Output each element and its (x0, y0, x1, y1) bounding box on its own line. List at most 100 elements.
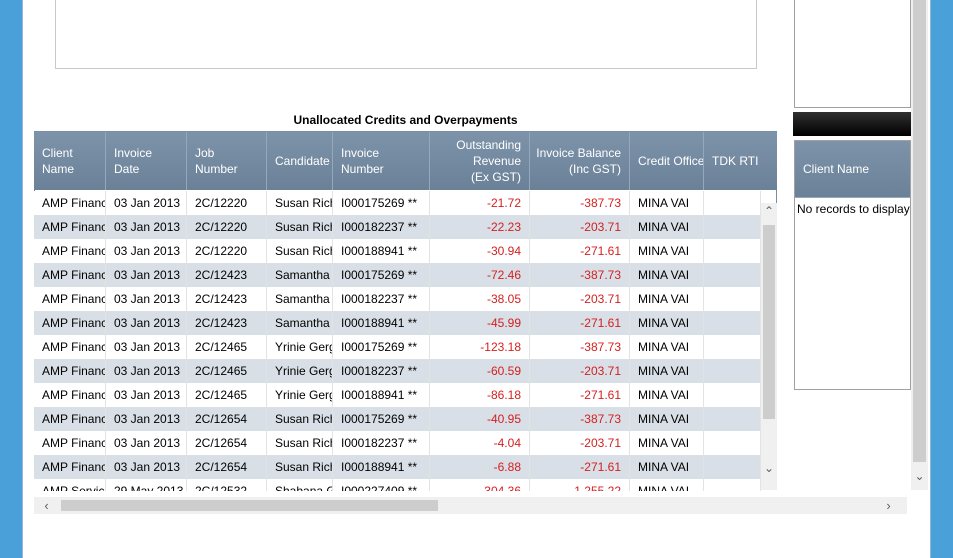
cell-tdk-rti (704, 431, 761, 455)
horizontal-scrollbar[interactable]: ‹ › (34, 497, 907, 514)
cell-job-number: 2C/12423 (187, 287, 267, 311)
table-row[interactable]: AMP Finance03 Jan 20132C/12654Susan Rich… (34, 407, 761, 431)
column-header-invoice-date[interactable]: Invoice Date (106, 132, 187, 190)
cell-invoice-date: 03 Jan 2013 (106, 263, 187, 287)
window-vertical-scrollbar[interactable]: ⌄ (911, 0, 928, 490)
column-header-tdk-rti[interactable]: TDK RTI (704, 132, 777, 190)
cell-invoice-date: 03 Jan 2013 (106, 407, 187, 431)
cell-invoice-date: 03 Jan 2013 (106, 335, 187, 359)
cell-invoice-date: 03 Jan 2013 (106, 239, 187, 263)
cell-invoice-number: I000188941 ** (333, 455, 430, 479)
grid-vertical-scroll-thumb[interactable] (763, 225, 775, 419)
cell-credit-office: MINA VAI (630, 359, 704, 383)
cell-outstanding-revenue: -123.18 (430, 335, 530, 359)
cell-candidate: Susan Rich (267, 431, 333, 455)
cell-invoice-date: 03 Jan 2013 (106, 431, 187, 455)
right-toolbar-bar (793, 112, 911, 136)
table-row[interactable]: AMP Servic 29 May 2013 2C/12532 Shabana G I0… (34, 479, 761, 491)
table-row[interactable]: AMP Finance03 Jan 20132C/12465Yrinie Ger… (34, 335, 761, 359)
cell-invoice-number: I000175269 ** (333, 263, 430, 287)
column-header-invoice-number[interactable]: Invoice Number (333, 132, 430, 190)
cell-client-name: AMP Finance (34, 263, 106, 287)
cell-tdk-rti (704, 239, 761, 263)
column-header-credit-office[interactable]: Credit Office (630, 132, 704, 190)
empty-message: No records to display. (797, 202, 910, 216)
cell-candidate: Samantha M (267, 287, 333, 311)
cell-client-name: AMP Finance (34, 383, 106, 407)
cell-client-name: AMP Finance (34, 431, 106, 455)
cell-client-name: AMP Finance (34, 335, 106, 359)
table-row[interactable]: AMP Finance03 Jan 20132C/12423Samantha M… (34, 287, 761, 311)
column-header-client-name[interactable]: Client Name (34, 132, 106, 190)
cell-client-name: AMP Finance (34, 215, 106, 239)
column-header-invoice-balance[interactable]: Invoice Balance (Inc GST) (530, 132, 630, 190)
cell-invoice-date: 03 Jan 2013 (106, 287, 187, 311)
cell-invoice-balance: -387.73 (530, 407, 630, 431)
cell-outstanding-revenue: -6.88 (430, 455, 530, 479)
cell-credit-office: MINA VAI (630, 479, 704, 491)
cell-candidate: Samantha M (267, 311, 333, 335)
table-row[interactable]: AMP Finance03 Jan 20132C/12220Susan Rich… (34, 239, 761, 263)
column-header-outstanding-revenue[interactable]: Outstanding Revenue (Ex GST) (430, 132, 530, 190)
cell-outstanding-revenue: -30.94 (430, 239, 530, 263)
cell-invoice-balance: -271.61 (530, 239, 630, 263)
cell-client-name: AMP Finance (34, 311, 106, 335)
cell-job-number: 2C/12220 (187, 191, 267, 215)
cell-candidate: Yrinie Gergo (267, 383, 333, 407)
cell-job-number: 2C/12532 (187, 479, 267, 491)
cell-invoice-balance: -203.71 (530, 431, 630, 455)
cell-tdk-rti (704, 383, 761, 407)
cell-invoice-number: I000188941 ** (333, 383, 430, 407)
cell-job-number: 2C/12220 (187, 239, 267, 263)
window-vertical-scroll-thumb[interactable] (913, 0, 926, 462)
table-row[interactable]: AMP Finance03 Jan 20132C/12465Yrinie Ger… (34, 359, 761, 383)
table-row[interactable]: AMP Finance03 Jan 20132C/12654Susan Rich… (34, 455, 761, 479)
cell-client-name: AMP Finance (34, 359, 106, 383)
cell-invoice-number: I000182237 ** (333, 359, 430, 383)
column-header-candidate[interactable]: Candidate (267, 132, 333, 190)
cell-invoice-balance: -1,255.22 (530, 479, 630, 491)
cell-job-number: 2C/12423 (187, 311, 267, 335)
chevron-left-icon[interactable]: ‹ (38, 497, 55, 514)
table-row[interactable]: AMP Finance03 Jan 20132C/12465Yrinie Ger… (34, 383, 761, 407)
grid-vertical-scrollbar[interactable]: ⌃ ⌄ (761, 203, 777, 490)
cell-candidate: Susan Rich (267, 239, 333, 263)
cell-invoice-number: I000182237 ** (333, 215, 430, 239)
cell-invoice-number: I000175269 ** (333, 407, 430, 431)
chevron-down-icon[interactable]: ⌄ (911, 468, 928, 485)
top-text-area[interactable] (55, 0, 757, 69)
cell-invoice-number: I000182237 ** (333, 287, 430, 311)
table-row[interactable]: AMP Finance03 Jan 20132C/12423Samantha M… (34, 311, 761, 335)
horizontal-scroll-thumb[interactable] (61, 500, 438, 511)
cell-invoice-number: I000188941 ** (333, 311, 430, 335)
table-row[interactable]: AMP Finance03 Jan 20132C/12220Susan Rich… (34, 215, 761, 239)
cell-client-name: AMP Finance (34, 239, 106, 263)
cell-candidate: Susan Rich (267, 407, 333, 431)
cell-client-name: AMP Servic (34, 479, 106, 491)
cell-tdk-rti (704, 359, 761, 383)
cell-client-name: AMP Finance (34, 287, 106, 311)
cell-job-number: 2C/12423 (187, 263, 267, 287)
chevron-up-icon[interactable]: ⌃ (761, 203, 777, 219)
cell-outstanding-revenue: -45.99 (430, 311, 530, 335)
cell-job-number: 2C/12465 (187, 359, 267, 383)
chevron-down-icon[interactable]: ⌄ (761, 460, 777, 476)
cell-outstanding-revenue: -86.18 (430, 383, 530, 407)
right-panel-header-client-name[interactable]: Client Name (795, 141, 910, 198)
cell-candidate: Shabana G (267, 479, 333, 491)
cell-invoice-balance: -203.71 (530, 287, 630, 311)
cell-outstanding-revenue: -22.23 (430, 215, 530, 239)
cell-credit-office: MINA VAI (630, 287, 704, 311)
cell-candidate: Yrinie Gergo (267, 359, 333, 383)
cell-outstanding-revenue: -21.72 (430, 191, 530, 215)
column-header-job-number[interactable]: Job Number (187, 132, 267, 190)
right-top-box (794, 0, 911, 108)
table-row[interactable]: AMP Finance03 Jan 20132C/12654Susan Rich… (34, 431, 761, 455)
chevron-right-icon[interactable]: › (880, 497, 897, 514)
table-row[interactable]: AMP Finance03 Jan 20132C/12220Susan Rich… (34, 191, 761, 215)
cell-credit-office: MINA VAI (630, 239, 704, 263)
cell-outstanding-revenue: -60.59 (430, 359, 530, 383)
cell-client-name: AMP Finance (34, 455, 106, 479)
table-row[interactable]: AMP Finance03 Jan 20132C/12423Samantha M… (34, 263, 761, 287)
cell-invoice-number: I000182237 ** (333, 431, 430, 455)
